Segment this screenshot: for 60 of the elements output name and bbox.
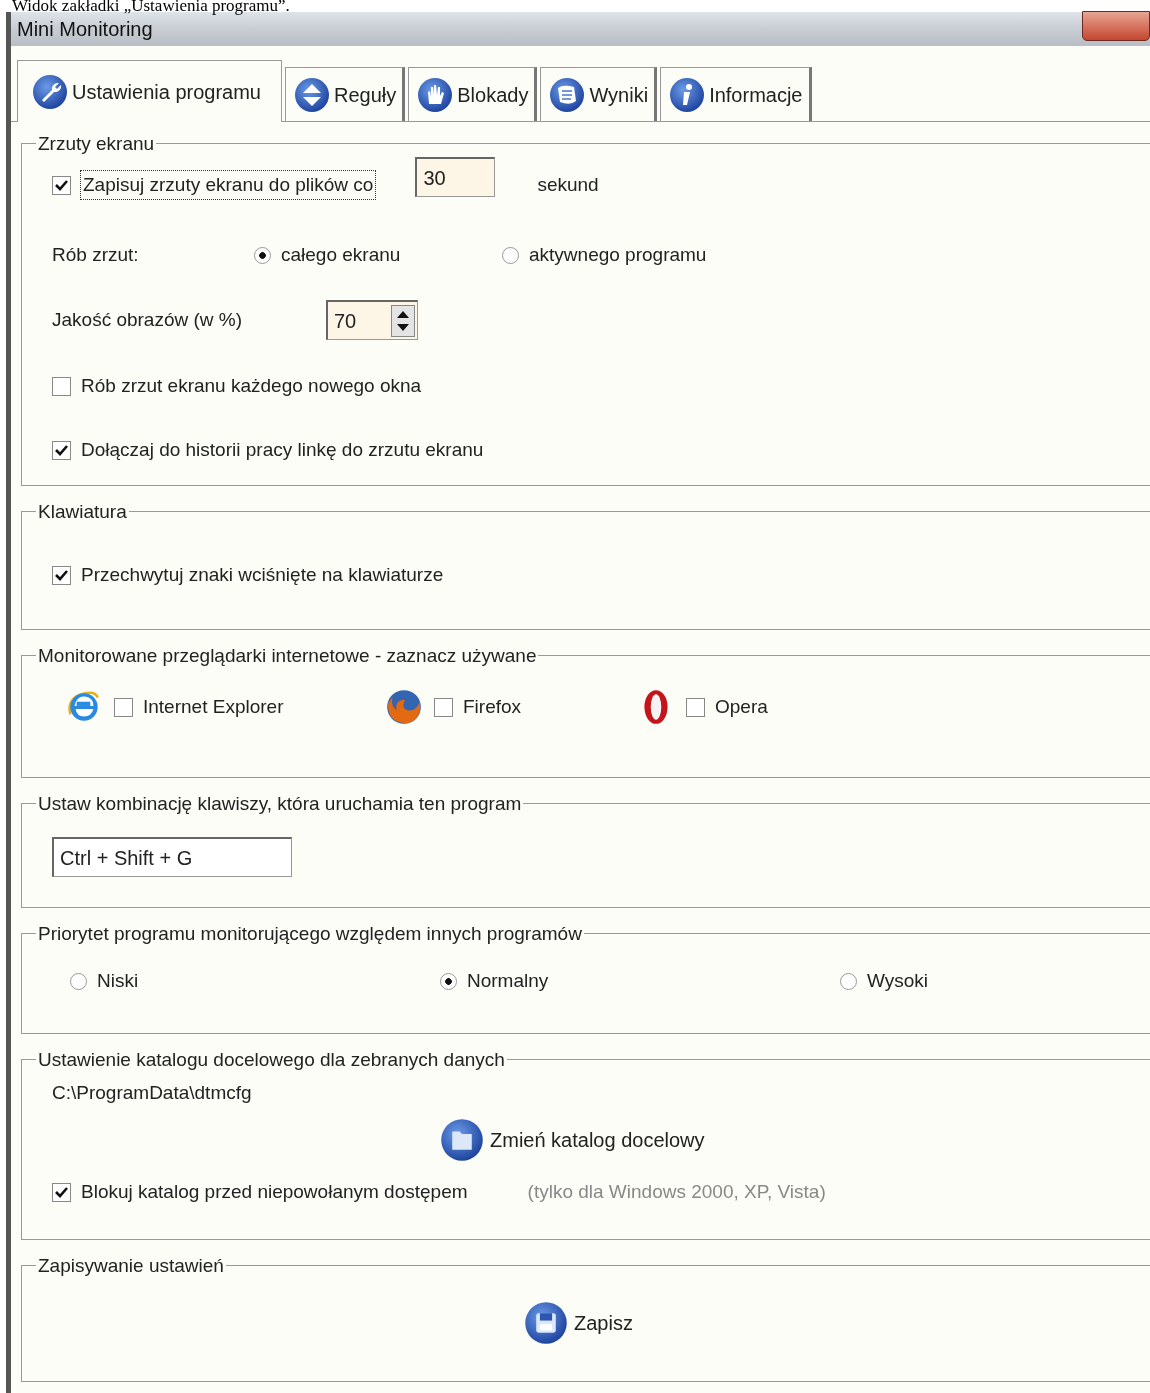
info-icon xyxy=(669,76,706,113)
save-button[interactable]: Zapisz xyxy=(524,1301,633,1345)
unit-label: sekund xyxy=(537,172,599,197)
checkbox-label: Firefox xyxy=(463,694,522,719)
radio-label: Wysoki xyxy=(867,968,929,993)
folder-path: C:\ProgramData\dtmcfg xyxy=(52,1081,253,1105)
checkbox-label: Zapisuj zrzuty ekranu do plików co xyxy=(81,170,376,200)
folder-icon xyxy=(440,1117,484,1162)
spin-arrows-icon[interactable] xyxy=(391,304,415,337)
radio-button[interactable] xyxy=(440,972,457,990)
checkbox[interactable] xyxy=(52,440,71,460)
hotkey-field[interactable]: Ctrl + Shift + G xyxy=(52,837,292,877)
note-text: (tylko dla Windows 2000, XP, Vista) xyxy=(527,1180,826,1205)
checkbox[interactable] xyxy=(52,1183,71,1202)
close-button[interactable] xyxy=(1082,11,1150,41)
tab[interactable]: Blokady xyxy=(408,67,538,121)
floppy-disk-icon xyxy=(524,1301,568,1345)
radio-button[interactable] xyxy=(502,246,519,264)
checkbox-label: Blokuj katalog przed niepowołanym dostępem xyxy=(81,1180,468,1205)
scroll-icon xyxy=(549,76,586,113)
radio-button[interactable] xyxy=(254,246,271,264)
spin-field[interactable]: 70 xyxy=(326,300,418,340)
checkbox-label: Opera xyxy=(715,694,768,719)
tab[interactable]: Ustawienia programu xyxy=(17,60,282,122)
spin-value: 70 xyxy=(334,308,357,334)
radio-button[interactable] xyxy=(840,972,857,990)
group-title: Klawiatura xyxy=(37,502,128,521)
tab[interactable]: Wyniki xyxy=(540,67,658,121)
hand-icon xyxy=(417,76,454,113)
fox-globe-icon xyxy=(384,687,424,727)
tab[interactable]: Informacje xyxy=(660,67,812,121)
tab[interactable]: Reguły xyxy=(285,67,406,121)
checkbox-label: Rób zrzut ekranu każdego nowego okna xyxy=(81,373,422,398)
checkbox[interactable] xyxy=(52,175,71,195)
checkbox[interactable] xyxy=(686,697,705,717)
checkbox-label: Przechwytuj znaki wciśnięte na klawiaturze xyxy=(81,562,444,587)
radio-label: aktywnego programu xyxy=(529,242,707,267)
radio-label: Niski xyxy=(97,968,139,993)
radio-label: całego ekranu xyxy=(281,242,401,267)
radio-label: Normalny xyxy=(467,968,549,993)
checkbox[interactable] xyxy=(114,697,133,717)
interval-field[interactable]: 30 xyxy=(415,157,496,197)
change-folder-button[interactable]: Zmień katalog docelowy xyxy=(440,1117,705,1162)
wrench-icon xyxy=(32,73,68,110)
checkbox-label: Internet Explorer xyxy=(143,694,284,719)
field-label: Jakość obrazów (w %) xyxy=(52,307,244,332)
checkbox[interactable] xyxy=(434,697,453,717)
group-title: Monitorowane przeglądarki internetowe - zaznacz używane xyxy=(37,646,538,665)
checkbox[interactable] xyxy=(52,376,71,396)
radio-button[interactable] xyxy=(70,972,87,990)
group-title: Priorytet programu monitorującego względem innych programów xyxy=(37,924,583,943)
checkbox-label: Dołączaj do historii pracy linkę do zrzutu ekranu xyxy=(81,437,484,462)
group-title: Zrzuty ekranu xyxy=(37,134,156,153)
group-title: Zapisywanie ustawień xyxy=(37,1256,225,1275)
group-title: Ustaw kombinację klawiszy, która uruchamia ten program xyxy=(37,794,523,813)
field-label: Rób zrzut: xyxy=(52,242,140,267)
checkbox[interactable] xyxy=(52,565,71,585)
up-down-arrows-icon xyxy=(294,76,330,113)
group-title: Ustawienie katalogu docelowego dla zebranych danych xyxy=(37,1050,506,1069)
window-title: Mini Monitoring xyxy=(17,17,153,42)
